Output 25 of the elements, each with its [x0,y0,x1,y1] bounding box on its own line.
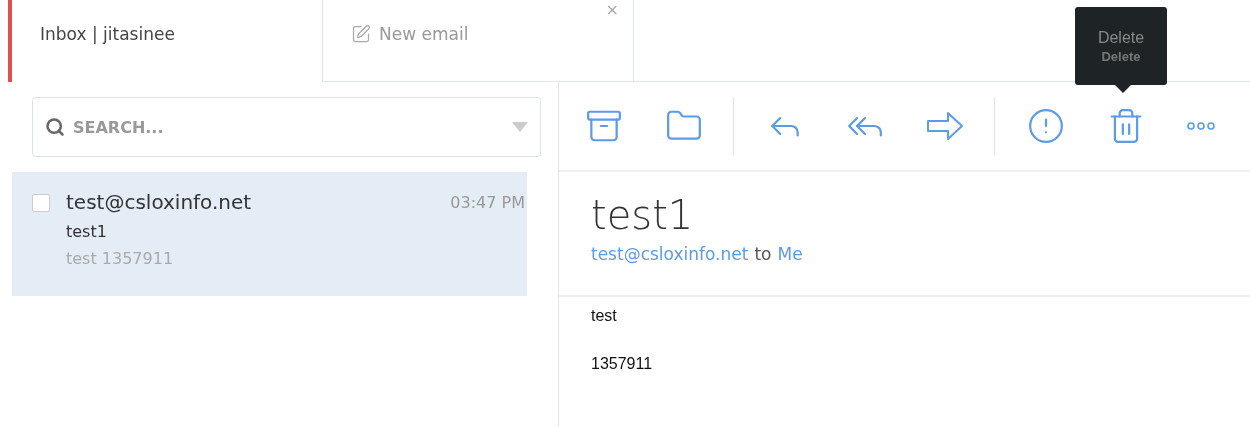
recipient-link[interactable]: Me [777,244,803,264]
sender: test@csloxinfo.net [66,190,252,214]
exclamation-circle-icon [1027,107,1065,145]
sender-link[interactable]: test@csloxinfo.net [591,244,749,264]
message-item[interactable]: test@csloxinfo.net 03:47 PM test1 test 1357911 [12,172,527,296]
preview: test 1357911 [66,249,175,268]
subject: test1 [66,222,108,241]
body-line: 1357911 [591,355,654,373]
tab-label: Inbox | jitasinee [40,24,175,44]
time: 03:47 PM [450,193,525,214]
tooltip-subtitle: Delete [1101,48,1141,64]
search-icon [45,117,65,137]
tab[interactable]: Inbox | jitasinee [12,0,323,82]
to-label: to [754,244,772,264]
checkbox[interactable] [32,194,50,212]
more-icon [1187,122,1215,130]
forward-icon [926,110,966,142]
dropdown-caret-icon[interactable] [512,122,528,132]
compose-icon [351,24,371,44]
email-subject: test1 [591,192,695,238]
tooltip-title: Delete [1097,28,1145,47]
search-field[interactable]: SEARCH... [32,97,541,157]
tab-label: New email [379,24,469,44]
body-line: test [591,307,618,325]
close-button[interactable]: × [605,0,619,19]
